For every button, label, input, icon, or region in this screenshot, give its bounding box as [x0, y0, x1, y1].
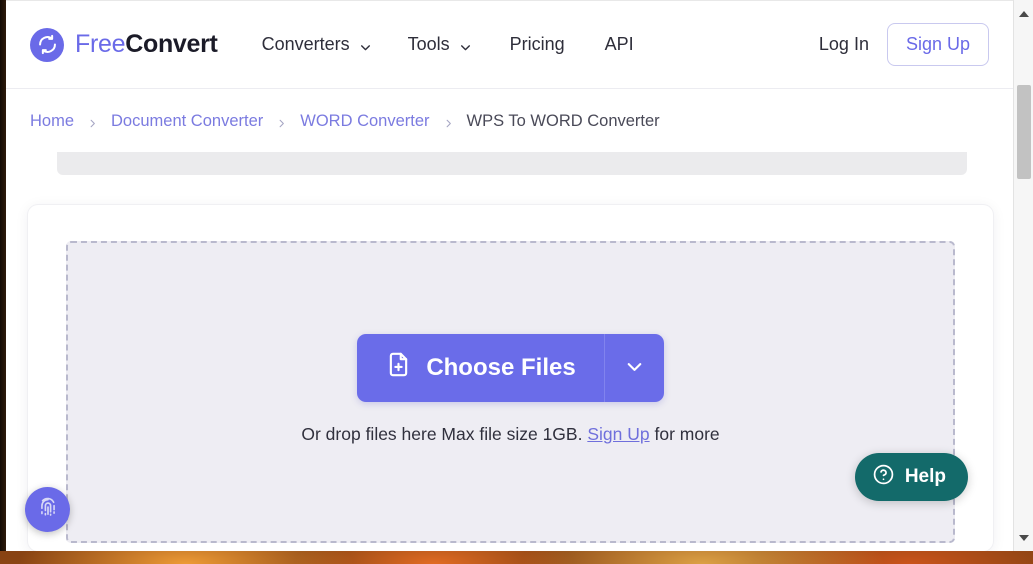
nav-item-api[interactable]: API [585, 24, 654, 65]
breadcrumb-item-home[interactable]: Home [30, 112, 74, 131]
nav-label-tools: Tools [407, 34, 450, 54]
breadcrumb-item-current: WPS To WORD Converter [466, 111, 660, 130]
signup-button[interactable]: Sign Up [886, 23, 989, 66]
primary-nav: Converters Tools Pricing API [244, 24, 819, 65]
site-header: FreeConvert Converters Tools Pricing API… [6, 1, 1013, 89]
chevron-down-icon [459, 38, 472, 51]
breadcrumb: Home Document Converter WORD Converter W… [6, 90, 1013, 152]
scrolled-section-strip [57, 152, 967, 175]
nav-label-api: API [604, 34, 634, 54]
chevron-right-icon [443, 116, 454, 127]
nav-label-converters: Converters [261, 34, 350, 54]
question-circle-icon [872, 463, 895, 491]
sync-circle-icon [30, 27, 64, 62]
dropzone-signup-link[interactable]: Sign Up [587, 424, 649, 444]
dropzone-hint-suffix: for more [654, 424, 720, 444]
window-left-edge [0, 0, 6, 551]
chevron-down-icon [623, 355, 646, 381]
file-plus-icon [385, 351, 412, 385]
account-actions: Log In Sign Up [819, 23, 989, 66]
chevron-right-icon [276, 116, 287, 127]
file-dropzone[interactable]: Choose Files Or drop files here Max file… [66, 241, 955, 543]
upload-card: Choose Files Or drop files here Max file… [28, 205, 993, 551]
choose-files-dropdown-button[interactable] [603, 334, 664, 402]
help-label: Help [904, 466, 946, 487]
nav-item-tools[interactable]: Tools [390, 24, 490, 65]
browser-window: FreeConvert Converters Tools Pricing API… [6, 0, 1033, 551]
dropzone-hint: Or drop files here Max file size 1GB. Si… [301, 424, 719, 445]
nav-item-converters[interactable]: Converters [244, 24, 390, 65]
breadcrumb-item-word-converter[interactable]: WORD Converter [300, 112, 429, 131]
triangle-down-icon [1018, 534, 1029, 541]
nav-label-pricing: Pricing [509, 34, 565, 54]
privacy-consent-button[interactable] [25, 487, 70, 532]
scroll-down-button[interactable] [1014, 528, 1033, 547]
nav-item-pricing[interactable]: Pricing [490, 24, 585, 65]
brand-name-light: Free [75, 30, 126, 58]
page-viewport: FreeConvert Converters Tools Pricing API… [6, 0, 1013, 551]
choose-files-group: Choose Files [357, 334, 664, 402]
breadcrumb-item-document-converter[interactable]: Document Converter [111, 112, 263, 131]
dropzone-hint-text: Or drop files here Max file size 1GB. [301, 424, 583, 444]
vertical-scrollbar[interactable] [1013, 0, 1033, 551]
chevron-right-icon [87, 116, 98, 127]
chevron-down-icon [359, 38, 372, 51]
scroll-up-button[interactable] [1014, 4, 1033, 23]
brand-wordmark: FreeConvert [75, 30, 218, 59]
brand-logo[interactable]: FreeConvert [30, 27, 218, 62]
brand-name-bold: Convert [125, 30, 218, 58]
help-button[interactable]: Help [854, 453, 968, 501]
scrollbar-thumb[interactable] [1017, 85, 1031, 179]
choose-files-button[interactable]: Choose Files [357, 334, 604, 402]
triangle-up-icon [1018, 10, 1029, 17]
choose-files-label: Choose Files [426, 354, 576, 381]
login-link[interactable]: Log In [819, 34, 869, 55]
fingerprint-icon [35, 494, 61, 525]
